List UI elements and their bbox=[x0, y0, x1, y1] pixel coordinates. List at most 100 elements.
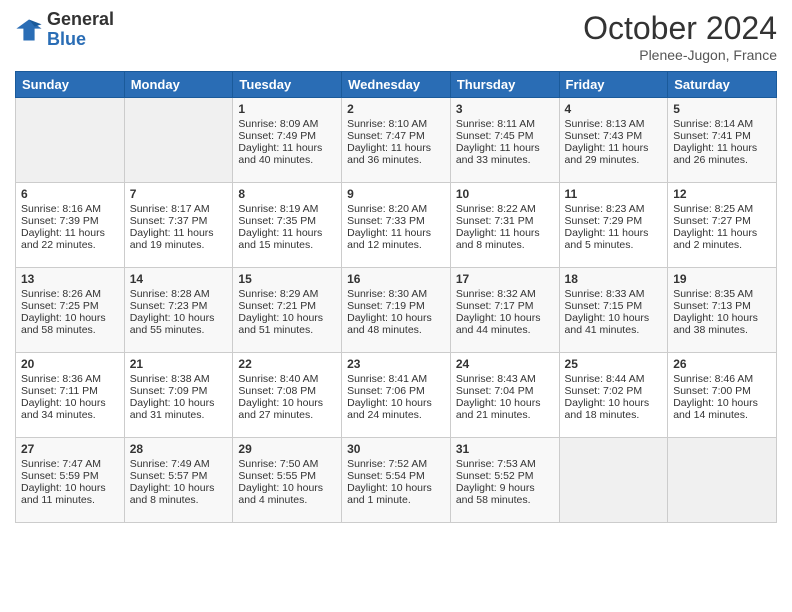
day-number: 17 bbox=[456, 272, 554, 286]
calendar-cell-4-6 bbox=[668, 438, 777, 523]
daylight-text: Daylight: 10 hours and 41 minutes. bbox=[565, 312, 650, 336]
day-number: 23 bbox=[347, 357, 445, 371]
daylight-text: Daylight: 10 hours and 38 minutes. bbox=[673, 312, 758, 336]
daylight-text: Daylight: 11 hours and 5 minutes. bbox=[565, 227, 649, 251]
calendar-cell-3-0: 20 Sunrise: 8:36 AM Sunset: 7:11 PM Dayl… bbox=[16, 353, 125, 438]
day-number: 30 bbox=[347, 442, 445, 456]
sunrise-text: Sunrise: 8:36 AM bbox=[21, 373, 101, 385]
daylight-text: Daylight: 10 hours and 18 minutes. bbox=[565, 397, 650, 421]
sunrise-text: Sunrise: 8:22 AM bbox=[456, 203, 536, 215]
calendar-cell-4-1: 28 Sunrise: 7:49 AM Sunset: 5:57 PM Dayl… bbox=[124, 438, 233, 523]
sunset-text: Sunset: 7:35 PM bbox=[238, 215, 316, 227]
calendar-cell-4-4: 31 Sunrise: 7:53 AM Sunset: 5:52 PM Dayl… bbox=[450, 438, 559, 523]
sunrise-text: Sunrise: 7:49 AM bbox=[130, 458, 210, 470]
calendar-cell-2-0: 13 Sunrise: 8:26 AM Sunset: 7:25 PM Dayl… bbox=[16, 268, 125, 353]
sunrise-text: Sunrise: 8:23 AM bbox=[565, 203, 645, 215]
calendar-cell-4-3: 30 Sunrise: 7:52 AM Sunset: 5:54 PM Dayl… bbox=[342, 438, 451, 523]
sunset-text: Sunset: 5:55 PM bbox=[238, 470, 316, 482]
daylight-text: Daylight: 10 hours and 24 minutes. bbox=[347, 397, 432, 421]
sunrise-text: Sunrise: 8:19 AM bbox=[238, 203, 318, 215]
calendar-cell-0-3: 2 Sunrise: 8:10 AM Sunset: 7:47 PM Dayli… bbox=[342, 98, 451, 183]
daylight-text: Daylight: 10 hours and 31 minutes. bbox=[130, 397, 215, 421]
sunrise-text: Sunrise: 8:32 AM bbox=[456, 288, 536, 300]
day-number: 19 bbox=[673, 272, 771, 286]
sunset-text: Sunset: 7:11 PM bbox=[21, 385, 98, 397]
month-title: October 2024 bbox=[583, 10, 777, 47]
sunrise-text: Sunrise: 8:44 AM bbox=[565, 373, 645, 385]
calendar-cell-0-4: 3 Sunrise: 8:11 AM Sunset: 7:45 PM Dayli… bbox=[450, 98, 559, 183]
logo-text: General Blue bbox=[47, 10, 114, 50]
day-number: 18 bbox=[565, 272, 663, 286]
sunset-text: Sunset: 7:00 PM bbox=[673, 385, 751, 397]
calendar-week-0: 1 Sunrise: 8:09 AM Sunset: 7:49 PM Dayli… bbox=[16, 98, 777, 183]
daylight-text: Daylight: 10 hours and 11 minutes. bbox=[21, 482, 106, 506]
daylight-text: Daylight: 11 hours and 29 minutes. bbox=[565, 142, 649, 166]
sunrise-text: Sunrise: 8:35 AM bbox=[673, 288, 753, 300]
sunrise-text: Sunrise: 8:30 AM bbox=[347, 288, 427, 300]
day-number: 12 bbox=[673, 187, 771, 201]
calendar-cell-0-6: 5 Sunrise: 8:14 AM Sunset: 7:41 PM Dayli… bbox=[668, 98, 777, 183]
daylight-text: Daylight: 11 hours and 22 minutes. bbox=[21, 227, 105, 251]
daylight-text: Daylight: 10 hours and 4 minutes. bbox=[238, 482, 323, 506]
calendar-cell-3-2: 22 Sunrise: 8:40 AM Sunset: 7:08 PM Dayl… bbox=[233, 353, 342, 438]
sunrise-text: Sunrise: 8:28 AM bbox=[130, 288, 210, 300]
calendar-cell-3-3: 23 Sunrise: 8:41 AM Sunset: 7:06 PM Dayl… bbox=[342, 353, 451, 438]
logo-blue: Blue bbox=[47, 30, 114, 50]
calendar-cell-3-5: 25 Sunrise: 8:44 AM Sunset: 7:02 PM Dayl… bbox=[559, 353, 668, 438]
daylight-text: Daylight: 11 hours and 15 minutes. bbox=[238, 227, 322, 251]
day-number: 24 bbox=[456, 357, 554, 371]
calendar-cell-3-6: 26 Sunrise: 8:46 AM Sunset: 7:00 PM Dayl… bbox=[668, 353, 777, 438]
calendar-cell-0-5: 4 Sunrise: 8:13 AM Sunset: 7:43 PM Dayli… bbox=[559, 98, 668, 183]
sunrise-text: Sunrise: 8:41 AM bbox=[347, 373, 427, 385]
day-number: 14 bbox=[130, 272, 228, 286]
daylight-text: Daylight: 10 hours and 14 minutes. bbox=[673, 397, 758, 421]
daylight-text: Daylight: 10 hours and 44 minutes. bbox=[456, 312, 541, 336]
calendar-cell-0-1 bbox=[124, 98, 233, 183]
logo-bird-icon bbox=[15, 16, 43, 44]
sunrise-text: Sunrise: 8:11 AM bbox=[456, 118, 535, 130]
calendar-cell-3-4: 24 Sunrise: 8:43 AM Sunset: 7:04 PM Dayl… bbox=[450, 353, 559, 438]
calendar-cell-1-0: 6 Sunrise: 8:16 AM Sunset: 7:39 PM Dayli… bbox=[16, 183, 125, 268]
daylight-text: Daylight: 11 hours and 12 minutes. bbox=[347, 227, 431, 251]
calendar-cell-4-0: 27 Sunrise: 7:47 AM Sunset: 5:59 PM Dayl… bbox=[16, 438, 125, 523]
sunset-text: Sunset: 7:27 PM bbox=[673, 215, 751, 227]
sunset-text: Sunset: 7:49 PM bbox=[238, 130, 316, 142]
calendar-week-3: 20 Sunrise: 8:36 AM Sunset: 7:11 PM Dayl… bbox=[16, 353, 777, 438]
day-number: 29 bbox=[238, 442, 336, 456]
sunrise-text: Sunrise: 8:43 AM bbox=[456, 373, 536, 385]
sunrise-text: Sunrise: 7:47 AM bbox=[21, 458, 101, 470]
sunset-text: Sunset: 7:39 PM bbox=[21, 215, 99, 227]
day-number: 22 bbox=[238, 357, 336, 371]
sunset-text: Sunset: 7:31 PM bbox=[456, 215, 534, 227]
sunset-text: Sunset: 7:47 PM bbox=[347, 130, 425, 142]
calendar-cell-2-4: 17 Sunrise: 8:32 AM Sunset: 7:17 PM Dayl… bbox=[450, 268, 559, 353]
daylight-text: Daylight: 10 hours and 51 minutes. bbox=[238, 312, 323, 336]
sunrise-text: Sunrise: 8:46 AM bbox=[673, 373, 753, 385]
daylight-text: Daylight: 10 hours and 58 minutes. bbox=[21, 312, 106, 336]
sunrise-text: Sunrise: 7:53 AM bbox=[456, 458, 536, 470]
daylight-text: Daylight: 11 hours and 36 minutes. bbox=[347, 142, 431, 166]
col-thursday: Thursday bbox=[450, 72, 559, 98]
calendar-week-4: 27 Sunrise: 7:47 AM Sunset: 5:59 PM Dayl… bbox=[16, 438, 777, 523]
calendar-cell-1-3: 9 Sunrise: 8:20 AM Sunset: 7:33 PM Dayli… bbox=[342, 183, 451, 268]
daylight-text: Daylight: 10 hours and 34 minutes. bbox=[21, 397, 106, 421]
sunset-text: Sunset: 5:59 PM bbox=[21, 470, 99, 482]
calendar-cell-4-5 bbox=[559, 438, 668, 523]
logo-general: General bbox=[47, 10, 114, 30]
daylight-text: Daylight: 10 hours and 21 minutes. bbox=[456, 397, 541, 421]
page: General Blue October 2024 Plenee-Jugon, … bbox=[0, 0, 792, 612]
col-wednesday: Wednesday bbox=[342, 72, 451, 98]
sunset-text: Sunset: 7:45 PM bbox=[456, 130, 534, 142]
calendar-cell-1-4: 10 Sunrise: 8:22 AM Sunset: 7:31 PM Dayl… bbox=[450, 183, 559, 268]
sunset-text: Sunset: 5:52 PM bbox=[456, 470, 534, 482]
calendar-cell-4-2: 29 Sunrise: 7:50 AM Sunset: 5:55 PM Dayl… bbox=[233, 438, 342, 523]
sunrise-text: Sunrise: 8:33 AM bbox=[565, 288, 645, 300]
calendar-cell-1-1: 7 Sunrise: 8:17 AM Sunset: 7:37 PM Dayli… bbox=[124, 183, 233, 268]
day-number: 13 bbox=[21, 272, 119, 286]
sunrise-text: Sunrise: 8:25 AM bbox=[673, 203, 753, 215]
col-tuesday: Tuesday bbox=[233, 72, 342, 98]
sunset-text: Sunset: 7:41 PM bbox=[673, 130, 751, 142]
sunrise-text: Sunrise: 8:10 AM bbox=[347, 118, 427, 130]
daylight-text: Daylight: 11 hours and 26 minutes. bbox=[673, 142, 757, 166]
daylight-text: Daylight: 10 hours and 48 minutes. bbox=[347, 312, 432, 336]
